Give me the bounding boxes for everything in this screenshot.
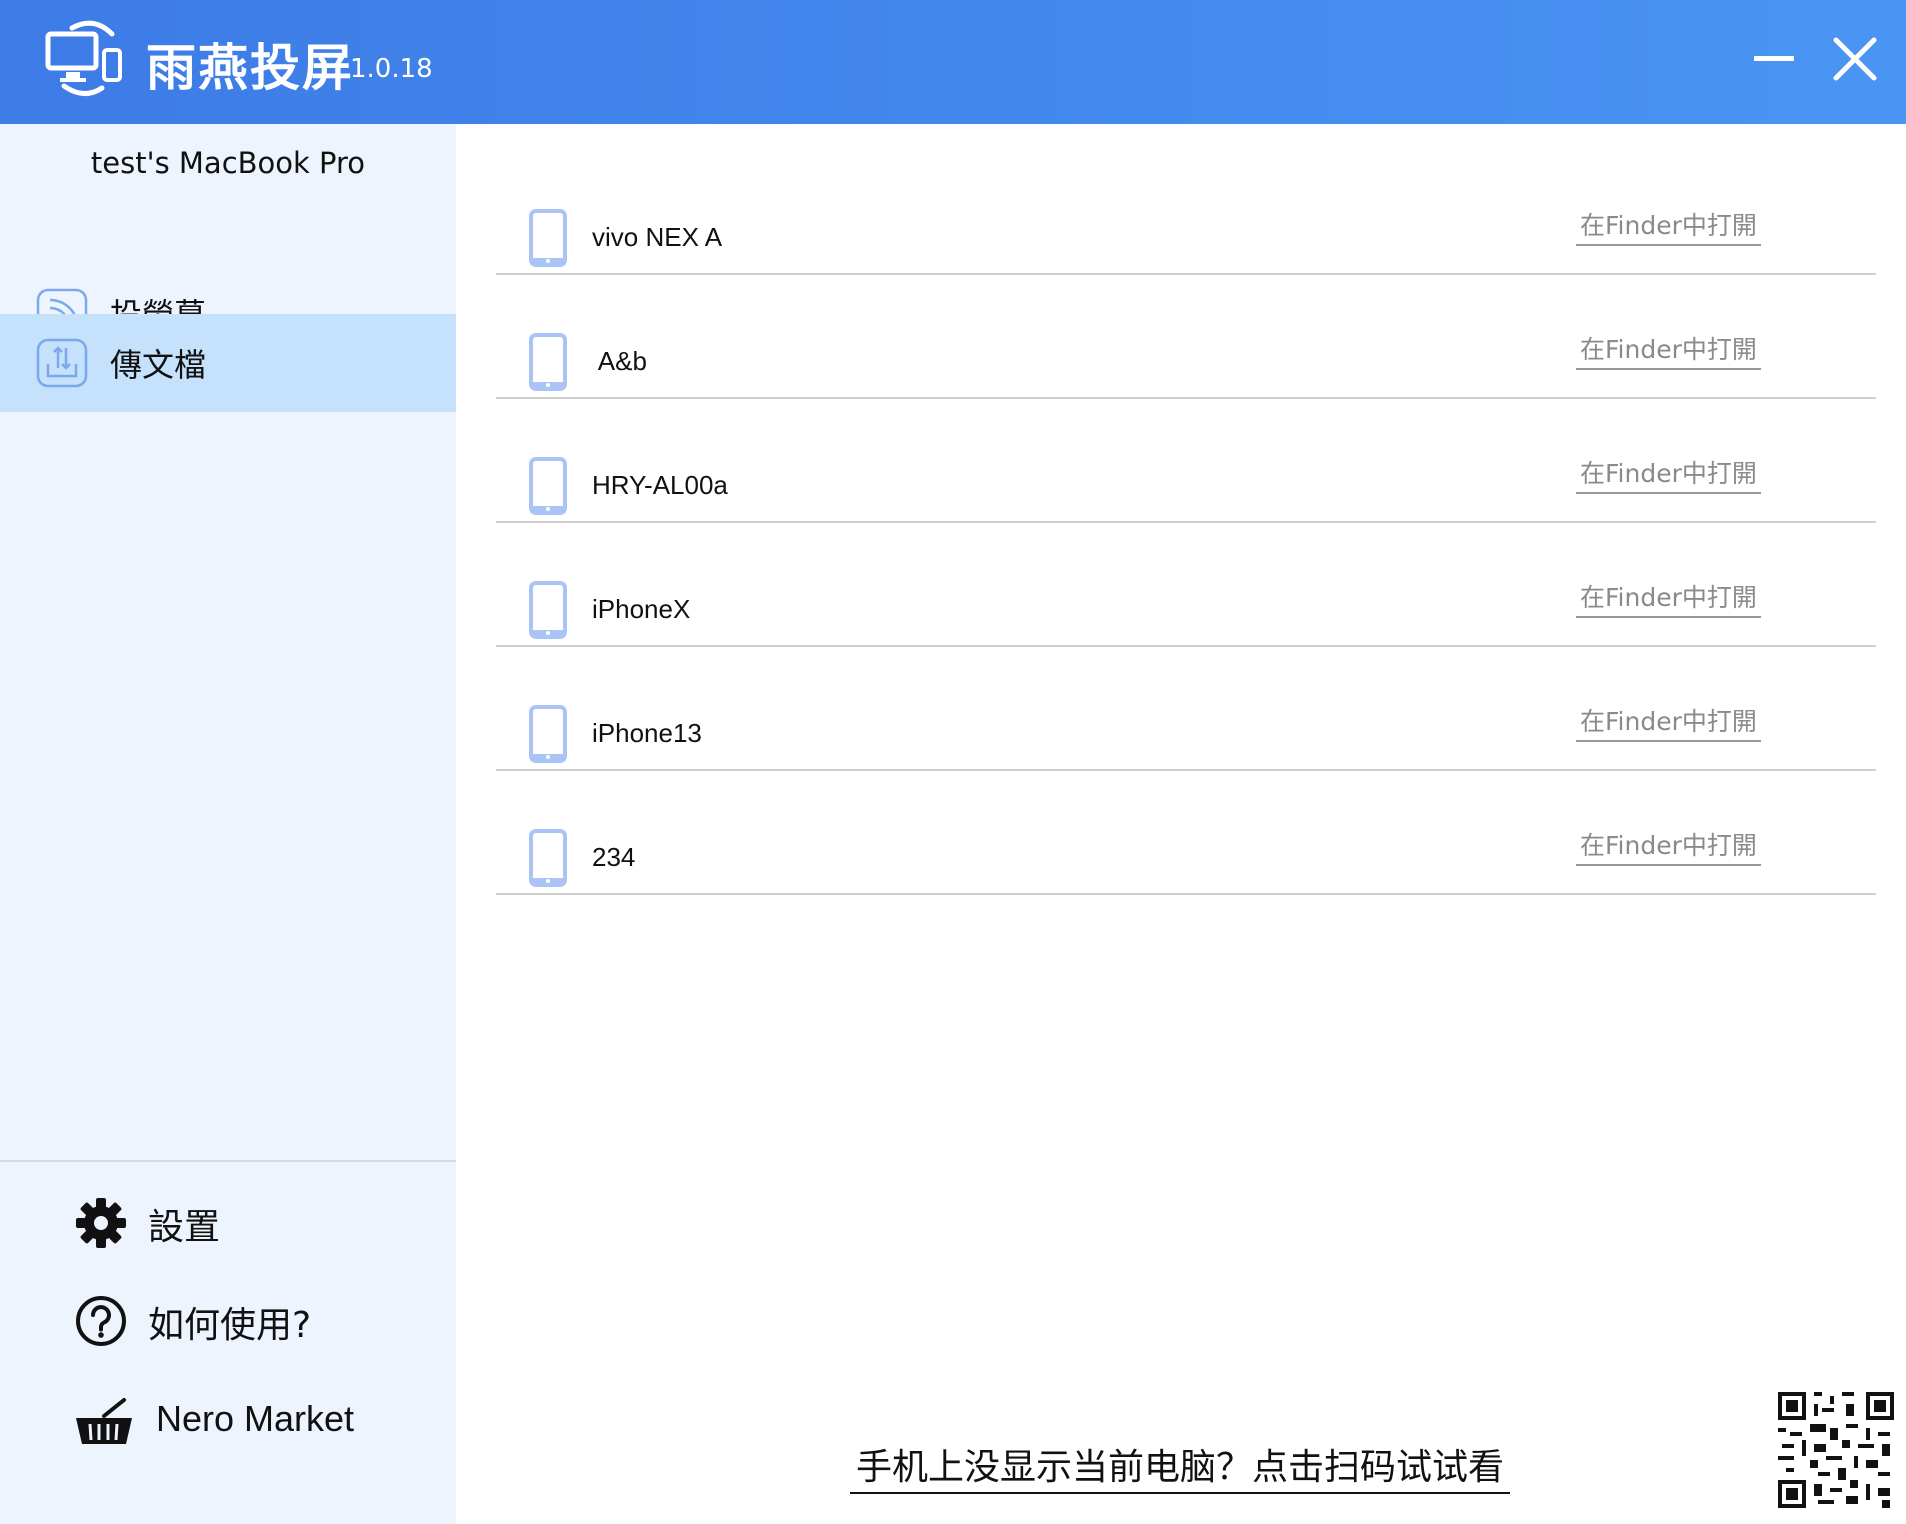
minimize-button[interactable]: [1740, 26, 1810, 92]
help-label: 如何使用?: [148, 1305, 312, 1346]
open-in-finder-link[interactable]: 在Finder中打開: [1576, 454, 1761, 494]
phone-icon: [529, 705, 567, 763]
file-transfer-icon: [36, 338, 88, 388]
phone-icon: [529, 457, 567, 515]
minimize-icon: [1754, 56, 1794, 61]
help-button[interactable]: 如何使用?: [0, 1280, 456, 1360]
basket-icon: [76, 1398, 132, 1444]
device-row[interactable]: 234 在Finder中打開: [496, 770, 1876, 895]
sidebar-item-file-transfer[interactable]: 傳文檔: [0, 314, 456, 412]
gear-icon: [76, 1198, 126, 1248]
device-name: A&b: [592, 346, 647, 376]
phone-icon: [529, 333, 567, 391]
phone-icon: [529, 829, 567, 887]
device-name: iPhoneX: [592, 594, 691, 624]
title-bar: 雨燕投屏 1.0.18: [0, 0, 1906, 124]
device-name: iPhone13: [592, 718, 702, 748]
open-in-finder-link[interactable]: 在Finder中打開: [1576, 578, 1761, 618]
app-version: 1.0.18: [350, 54, 433, 84]
phone-icon: [529, 581, 567, 639]
sidebar-item-label: 傳文檔: [110, 346, 207, 384]
device-row[interactable]: iPhoneX 在Finder中打開: [496, 522, 1876, 647]
help-circle-icon: [76, 1296, 126, 1346]
device-row[interactable]: HRY-AL00a 在Finder中打開: [496, 398, 1876, 523]
device-row[interactable]: A&b 在Finder中打開: [496, 274, 1876, 399]
app-title: 雨燕投屏: [146, 39, 354, 97]
phone-icon: [529, 209, 567, 267]
sidebar-divider: [0, 1160, 456, 1162]
sidebar: test's MacBook Pro 投熒幕 傳文檔: [0, 124, 456, 1524]
nero-market-label: Nero Market: [156, 1398, 355, 1439]
close-icon: [1833, 37, 1877, 81]
device-list: vivo NEX A 在Finder中打開 A&b 在Finder中打開 HRY…: [456, 124, 1906, 1524]
device-row[interactable]: vivo NEX A 在Finder中打開: [496, 150, 1876, 275]
close-button[interactable]: [1820, 26, 1890, 92]
settings-label: 設置: [148, 1207, 221, 1248]
open-in-finder-link[interactable]: 在Finder中打開: [1576, 330, 1761, 370]
device-row[interactable]: iPhone13 在Finder中打開: [496, 646, 1876, 771]
open-in-finder-link[interactable]: 在Finder中打開: [1576, 702, 1761, 742]
nero-market-button[interactable]: Nero Market: [0, 1382, 456, 1462]
screen-cast-logo-icon: [45, 20, 122, 96]
qr-code-icon[interactable]: [1778, 1392, 1894, 1508]
device-name: HRY-AL00a: [592, 470, 728, 500]
settings-button[interactable]: 設置: [0, 1182, 456, 1262]
open-in-finder-link[interactable]: 在Finder中打開: [1576, 826, 1761, 866]
scan-qr-prompt-link[interactable]: 手机上没显示当前电脑？点击扫码试试看: [850, 1438, 1511, 1494]
local-device-name: test's MacBook Pro: [90, 146, 366, 180]
device-name: 234: [592, 842, 636, 872]
open-in-finder-link[interactable]: 在Finder中打開: [1576, 206, 1761, 246]
device-name: vivo NEX A: [592, 222, 723, 252]
